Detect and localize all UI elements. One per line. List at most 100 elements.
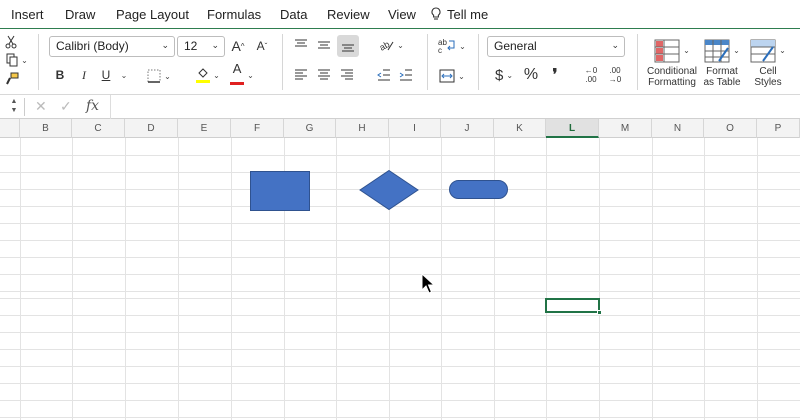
rounded-rectangle-shape[interactable] xyxy=(449,180,509,201)
tab-formulas[interactable]: Formulas xyxy=(207,7,261,22)
tab-data[interactable]: Data xyxy=(280,7,307,22)
gridline xyxy=(0,400,800,401)
column-header-c[interactable]: C xyxy=(72,119,125,138)
ribbon: ⌄ Calibri (Body) ⌄ 12 ⌄ A ^ Aˇ B I U ⌄ ⌄ ⌄ … xyxy=(0,30,800,95)
column-header-e[interactable]: E xyxy=(178,119,231,138)
decrease-indent-icon[interactable] xyxy=(376,67,392,83)
insert-function-button[interactable]: fx xyxy=(86,98,99,114)
tab-page-layout[interactable]: Page Layout xyxy=(116,7,189,22)
gridline xyxy=(0,240,800,241)
column-header-k[interactable]: K xyxy=(494,119,546,138)
increase-indent-icon[interactable] xyxy=(398,67,414,83)
gridline xyxy=(0,332,800,333)
column-header-j[interactable]: J xyxy=(441,119,494,138)
align-left-icon[interactable] xyxy=(293,67,309,83)
column-header-row: B C D E F G H I J K L M N O P xyxy=(0,119,800,138)
ribbon-separator xyxy=(427,34,428,90)
align-top-icon[interactable] xyxy=(293,37,309,53)
column-header-n[interactable]: N xyxy=(652,119,704,138)
conditional-formatting-button[interactable]: ⌄ Conditional Formatting xyxy=(645,34,699,92)
column-header-o[interactable]: O xyxy=(704,119,757,138)
align-center-icon[interactable] xyxy=(316,67,332,83)
tab-view[interactable]: View xyxy=(388,7,416,22)
gridline xyxy=(546,138,547,420)
chevron-down-icon: ⌄ xyxy=(211,40,219,50)
rectangle-shape[interactable] xyxy=(250,171,310,212)
enter-checkmark-icon[interactable]: ✓ xyxy=(60,98,72,115)
format-as-table-icon xyxy=(704,39,730,62)
cancel-icon[interactable]: ✕ xyxy=(35,98,47,115)
borders-button[interactable]: ⌄ xyxy=(144,67,174,85)
fill-handle[interactable] xyxy=(597,310,602,315)
cell-styles-label-line2: Styles xyxy=(754,76,782,88)
merge-cells-icon xyxy=(439,69,455,83)
conditional-formatting-icon xyxy=(654,39,680,62)
worksheet-grid[interactable]: B C D E F G H I J K L M N O P xyxy=(0,119,800,420)
column-header-d[interactable]: D xyxy=(125,119,178,138)
column-header-g[interactable]: G xyxy=(284,119,336,138)
tab-draw[interactable]: Draw xyxy=(65,7,95,22)
comma-style-button[interactable]: ❜ xyxy=(548,66,562,84)
ribbon-separator xyxy=(38,34,39,90)
increase-font-size-icon[interactable]: A ^ xyxy=(230,37,246,55)
percent-button[interactable]: % xyxy=(522,66,540,84)
diamond-shape[interactable] xyxy=(359,170,419,211)
column-header-p[interactable]: P xyxy=(757,119,800,138)
align-right-icon[interactable] xyxy=(339,67,355,83)
format-as-table-button[interactable]: ⌄ Format as Table xyxy=(700,34,744,92)
cell-styles-button[interactable]: ⌄ Cell Styles xyxy=(746,34,790,92)
chevron-down-icon: ⌄ xyxy=(161,40,169,50)
column-header-l[interactable]: L xyxy=(546,119,599,138)
format-painter-icon[interactable] xyxy=(4,71,20,87)
bold-button[interactable]: B xyxy=(53,66,67,84)
text-orientation-icon: ab xyxy=(378,39,394,52)
gridline xyxy=(0,417,800,418)
wrap-text-icon: abc xyxy=(438,38,455,54)
decrease-font-size-icon[interactable]: Aˇ xyxy=(254,37,270,55)
italic-button[interactable]: I xyxy=(77,66,91,84)
gridline xyxy=(652,138,653,420)
name-box-stepper[interactable]: ▲ ▼ xyxy=(8,97,20,117)
tab-review[interactable]: Review xyxy=(327,7,370,22)
select-all-corner[interactable] xyxy=(0,119,20,138)
format-as-table-label-line2: as Table xyxy=(703,76,741,88)
increase-decimal-button[interactable]: ←0 .00 xyxy=(581,64,601,86)
orientation-button[interactable]: ab ⌄ xyxy=(376,37,406,53)
copy-button[interactable]: ⌄ xyxy=(4,52,30,68)
font-size-dropdown[interactable]: 12 ⌄ xyxy=(177,36,225,57)
copy-icon xyxy=(6,53,18,67)
gridline xyxy=(0,155,800,156)
fill-color-button[interactable]: ⌄ xyxy=(193,65,223,85)
align-middle-icon[interactable] xyxy=(316,37,332,53)
column-header-b[interactable]: B xyxy=(20,119,72,138)
font-name-dropdown[interactable]: Calibri (Body) ⌄ xyxy=(49,36,175,57)
gridline xyxy=(231,138,232,420)
gridline xyxy=(0,349,800,350)
active-cell-selection[interactable] xyxy=(545,298,602,315)
tell-me-search[interactable]: Tell me xyxy=(430,7,488,22)
font-name-value: Calibri (Body) xyxy=(56,39,129,53)
underline-button[interactable]: U xyxy=(99,66,113,84)
cell-styles-icon xyxy=(750,39,776,62)
wrap-text-button[interactable]: ab c ⌄ xyxy=(436,36,468,56)
number-format-dropdown[interactable]: General ⌄ xyxy=(487,36,625,57)
ribbon-separator xyxy=(282,34,283,90)
gridline xyxy=(757,138,758,420)
decrease-decimal-button[interactable]: .00 →0 xyxy=(605,64,625,86)
merge-center-button[interactable]: ⌄ xyxy=(436,66,468,86)
formula-input[interactable] xyxy=(110,95,800,119)
font-color-letter: A xyxy=(232,61,242,76)
cut-icon[interactable] xyxy=(4,34,18,50)
formula-bar: ▲ ▼ ✕ ✓ fx xyxy=(0,95,800,119)
column-header-h[interactable]: H xyxy=(336,119,389,138)
column-header-m[interactable]: M xyxy=(599,119,652,138)
tab-insert[interactable]: Insert xyxy=(11,7,44,22)
align-bottom-icon[interactable] xyxy=(337,35,359,57)
chevron-down-icon[interactable]: ⌄ xyxy=(119,67,129,83)
currency-button[interactable]: $ ⌄ xyxy=(490,66,518,84)
gridline xyxy=(0,257,800,258)
column-header-f[interactable]: F xyxy=(231,119,284,138)
gridline xyxy=(72,138,73,420)
font-color-button[interactable]: A ⌄ xyxy=(227,62,257,85)
column-header-i[interactable]: I xyxy=(389,119,441,138)
